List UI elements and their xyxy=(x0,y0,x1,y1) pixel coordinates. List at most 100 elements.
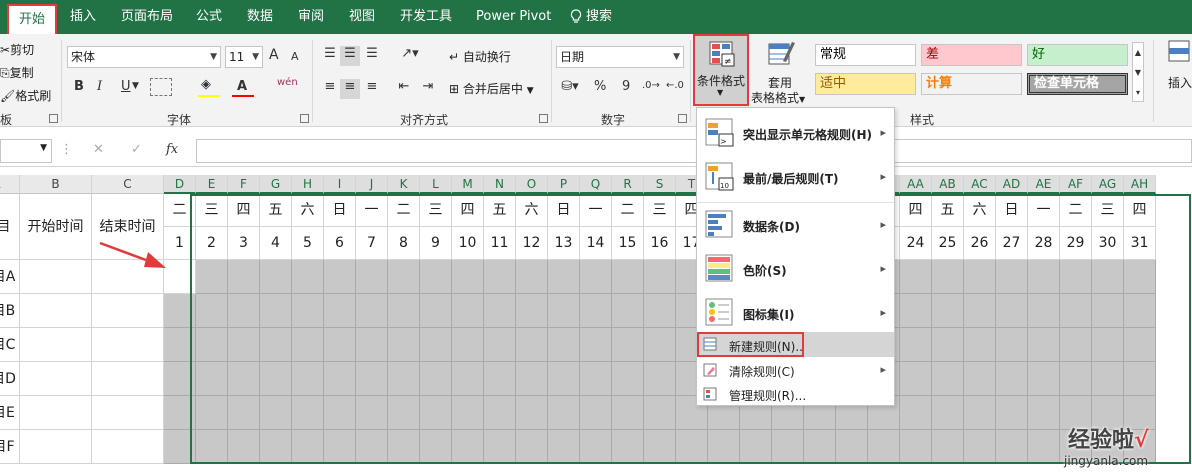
gantt-cell[interactable] xyxy=(516,260,548,294)
gantt-cell[interactable] xyxy=(964,362,996,396)
gantt-cell[interactable] xyxy=(196,430,228,464)
gantt-cell[interactable] xyxy=(932,430,964,464)
gantt-cell[interactable] xyxy=(228,260,260,294)
gantt-cell[interactable] xyxy=(612,396,644,430)
gantt-cell[interactable] xyxy=(644,328,676,362)
underline-button[interactable]: U xyxy=(121,79,131,94)
header-cell-start[interactable]: 开始时间 xyxy=(20,194,92,260)
gantt-cell[interactable] xyxy=(612,362,644,396)
font-size-select[interactable]: 11 ▼ xyxy=(225,46,263,68)
gantt-cell[interactable] xyxy=(452,430,484,464)
row-label-cell[interactable]: 项目D xyxy=(0,362,20,396)
gantt-cell[interactable] xyxy=(452,328,484,362)
gantt-cell[interactable] xyxy=(292,396,324,430)
italic-button[interactable]: I xyxy=(97,79,102,94)
gantt-cell[interactable] xyxy=(580,396,612,430)
gantt-cell[interactable] xyxy=(388,430,420,464)
menu-item-manage-rules[interactable]: 管理规则(R)... xyxy=(697,382,894,406)
tab-power-pivot[interactable]: Power Pivot xyxy=(476,0,551,34)
column-header[interactable]: AG xyxy=(1092,175,1124,194)
gantt-cell[interactable] xyxy=(292,430,324,464)
bold-button[interactable]: B xyxy=(74,79,84,94)
gantt-cell[interactable] xyxy=(964,328,996,362)
weekday-cell[interactable]: 四 xyxy=(228,194,260,227)
gantt-cell[interactable] xyxy=(420,260,452,294)
tab-view[interactable]: 视图 xyxy=(349,0,375,34)
gantt-cell[interactable] xyxy=(484,396,516,430)
format-painter-button[interactable]: 🖌格式刷 xyxy=(0,87,51,104)
end-time-cell[interactable] xyxy=(92,294,164,328)
gantt-cell[interactable] xyxy=(644,294,676,328)
gantt-cell[interactable] xyxy=(388,294,420,328)
gantt-cell[interactable] xyxy=(452,260,484,294)
menu-item-data-bars[interactable]: 数据条(D) ▸ xyxy=(697,206,894,244)
gantt-cell[interactable] xyxy=(292,260,324,294)
weekday-cell[interactable]: 日 xyxy=(996,194,1028,227)
gantt-cell[interactable] xyxy=(1028,294,1060,328)
gantt-cell[interactable] xyxy=(548,260,580,294)
gantt-cell[interactable] xyxy=(548,362,580,396)
column-header[interactable]: J xyxy=(356,175,388,194)
gantt-cell[interactable] xyxy=(292,328,324,362)
align-top-icon[interactable]: ☰ xyxy=(320,46,340,66)
weekday-cell[interactable]: 四 xyxy=(1124,194,1156,227)
day-cell[interactable]: 26 xyxy=(964,227,996,260)
decrease-decimal-icon[interactable]: ←.0 xyxy=(666,80,684,91)
tab-search[interactable]: 搜索 xyxy=(570,0,612,34)
weekday-cell[interactable]: 五 xyxy=(484,194,516,227)
gantt-cell[interactable] xyxy=(356,260,388,294)
wrap-text-button[interactable]: ↵ 自动换行 xyxy=(449,48,511,65)
gantt-cell[interactable] xyxy=(260,294,292,328)
gantt-cell[interactable] xyxy=(1124,260,1156,294)
gantt-cell[interactable] xyxy=(996,328,1028,362)
tab-insert[interactable]: 插入 xyxy=(70,0,96,34)
end-time-cell[interactable] xyxy=(92,328,164,362)
gantt-cell[interactable] xyxy=(452,396,484,430)
gantt-cell[interactable] xyxy=(484,294,516,328)
gantt-cell[interactable] xyxy=(964,396,996,430)
gantt-cell[interactable] xyxy=(388,328,420,362)
column-header[interactable]: E xyxy=(196,175,228,194)
column-header[interactable]: AB xyxy=(932,175,964,194)
row-label-cell[interactable]: 项目B xyxy=(0,294,20,328)
format-as-table-button[interactable]: 套用 表格格式▼ xyxy=(751,34,810,106)
number-format-select[interactable]: 日期 ▼ xyxy=(556,46,684,68)
gantt-cell[interactable] xyxy=(900,362,932,396)
align-middle-icon[interactable]: ☰ xyxy=(340,46,360,66)
weekday-cell[interactable]: 日 xyxy=(324,194,356,227)
column-header[interactable]: AH xyxy=(1124,175,1156,194)
gantt-cell[interactable] xyxy=(644,396,676,430)
align-right-icon[interactable]: ≡ xyxy=(362,79,382,99)
tab-home[interactable]: 开始 xyxy=(7,4,57,34)
day-cell[interactable]: 3 xyxy=(228,227,260,260)
gantt-cell[interactable] xyxy=(420,294,452,328)
gantt-cell[interactable] xyxy=(292,294,324,328)
gantt-cell[interactable] xyxy=(772,430,804,464)
gantt-cell[interactable] xyxy=(324,396,356,430)
day-cell[interactable]: 24 xyxy=(900,227,932,260)
day-cell[interactable]: 12 xyxy=(516,227,548,260)
column-header[interactable]: AE xyxy=(1028,175,1060,194)
gantt-cell[interactable] xyxy=(580,260,612,294)
gantt-cell[interactable] xyxy=(1028,260,1060,294)
day-cell[interactable]: 5 xyxy=(292,227,324,260)
cell-style-check-cell[interactable]: 检查单元格 xyxy=(1027,73,1128,95)
gantt-cell[interactable] xyxy=(1060,260,1092,294)
gantt-cell[interactable] xyxy=(1092,294,1124,328)
weekday-cell[interactable]: 六 xyxy=(292,194,324,227)
clipboard-launcher-icon[interactable] xyxy=(49,114,58,123)
gantt-cell[interactable] xyxy=(324,260,356,294)
shrink-font-icon[interactable]: A xyxy=(291,50,299,63)
insert-cells-button[interactable]: 插入 xyxy=(1160,38,1192,106)
column-header[interactable]: F xyxy=(228,175,260,194)
column-header[interactable]: N xyxy=(484,175,516,194)
gantt-cell[interactable] xyxy=(644,362,676,396)
gantt-cell[interactable] xyxy=(900,260,932,294)
gantt-cell[interactable] xyxy=(420,362,452,396)
gantt-cell[interactable] xyxy=(612,260,644,294)
tab-page-layout[interactable]: 页面布局 xyxy=(121,0,173,34)
day-cell[interactable]: 27 xyxy=(996,227,1028,260)
weekday-cell[interactable]: 四 xyxy=(452,194,484,227)
gantt-cell[interactable] xyxy=(1028,396,1060,430)
gantt-cell[interactable] xyxy=(324,294,356,328)
